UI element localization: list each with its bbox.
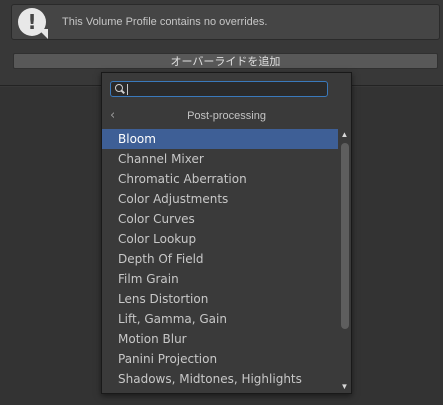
category-header: ‹ Post-processing	[102, 105, 351, 127]
list-item[interactable]: Shadows, Midtones, Highlights	[102, 369, 338, 389]
search-input[interactable]	[128, 82, 327, 96]
list-item[interactable]: Bloom	[102, 129, 338, 149]
list-item[interactable]: Color Lookup	[102, 229, 338, 249]
list-item[interactable]: Motion Blur	[102, 329, 338, 349]
list-item[interactable]: Chromatic Aberration	[102, 169, 338, 189]
help-message: This Volume Profile contains no override…	[62, 16, 268, 28]
info-icon: !	[18, 8, 46, 36]
search-field[interactable]	[110, 81, 328, 97]
help-box: ! This Volume Profile contains no overri…	[11, 4, 440, 40]
scrollbar-thumb[interactable]	[341, 143, 349, 329]
list-item[interactable]: Color Curves	[102, 209, 338, 229]
list-item[interactable]: Depth Of Field	[102, 249, 338, 269]
add-override-dropdown: ‹ Post-processing Bloom Channel Mixer Ch…	[101, 72, 352, 394]
vertical-scrollbar[interactable]: ▲ ▼	[339, 129, 350, 393]
category-title: Post-processing	[187, 110, 266, 122]
back-arrow-icon[interactable]: ‹	[110, 108, 120, 124]
scroll-down-icon[interactable]: ▼	[339, 381, 350, 393]
list-item[interactable]: Panini Projection	[102, 349, 338, 369]
list-item[interactable]: Film Grain	[102, 269, 338, 289]
scroll-up-icon[interactable]: ▲	[339, 129, 350, 141]
list-item[interactable]: Color Adjustments	[102, 189, 338, 209]
add-override-button[interactable]: オーバーライドを追加	[13, 53, 438, 69]
list-item[interactable]: Channel Mixer	[102, 149, 338, 169]
component-list: Bloom Channel Mixer Chromatic Aberration…	[102, 129, 338, 393]
list-item[interactable]: Lift, Gamma, Gain	[102, 309, 338, 329]
list-item[interactable]: Lens Distortion	[102, 289, 338, 309]
search-icon	[115, 84, 125, 94]
